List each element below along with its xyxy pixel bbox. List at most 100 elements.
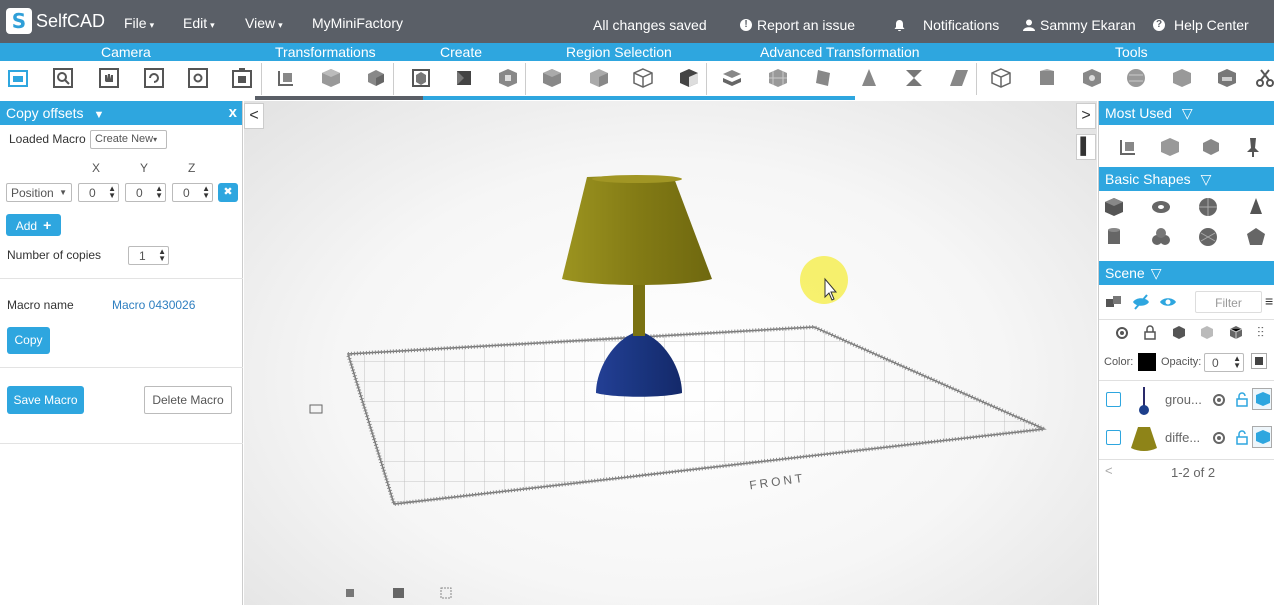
- item-checkbox[interactable]: [1106, 430, 1121, 445]
- scene-menu-icon[interactable]: ≡: [1265, 293, 1273, 309]
- visibility-eye-icon[interactable]: [1212, 393, 1226, 407]
- color-swatch[interactable]: [1138, 353, 1156, 371]
- most-used-pin-button[interactable]: [1242, 136, 1264, 158]
- most-used-header[interactable]: Most Used ▽: [1099, 101, 1274, 125]
- tab-advanced-transformation[interactable]: Advanced Transformation: [760, 44, 920, 60]
- pan-tool-button[interactable]: [98, 67, 120, 89]
- subdivide-tool-button[interactable]: [767, 67, 789, 89]
- extrude-tool-button[interactable]: [541, 67, 563, 89]
- view-mode-box-icon[interactable]: [393, 588, 404, 598]
- offset-y-input[interactable]: 0 ▲ ▼: [125, 183, 166, 202]
- remove-offset-button[interactable]: ✖: [218, 183, 238, 202]
- shell-tool-button[interactable]: [588, 67, 610, 89]
- 3d-viewport[interactable]: < > ▌ FRONT: [244, 101, 1097, 605]
- shape-cylinder-button[interactable]: [1103, 226, 1125, 248]
- shape-geodesic-button[interactable]: [1197, 226, 1219, 248]
- sculpt-tool-button[interactable]: [1216, 67, 1238, 89]
- settings-view-button[interactable]: [187, 67, 209, 89]
- scale-tool-button[interactable]: [365, 67, 387, 89]
- close-panel-button[interactable]: x: [229, 104, 237, 121]
- both-column-icon[interactable]: [1229, 325, 1243, 340]
- menu-edit[interactable]: Edit ▾: [183, 15, 215, 31]
- opacity-input[interactable]: 0 ▲ ▼: [1204, 353, 1244, 372]
- scene-filter-input[interactable]: Filter: [1195, 291, 1262, 313]
- report-issue-link[interactable]: ! Report an issue: [740, 17, 855, 33]
- tab-camera[interactable]: Camera: [101, 44, 151, 60]
- unlock-icon[interactable]: [1236, 430, 1248, 445]
- bend-tool-button[interactable]: [903, 67, 925, 89]
- tab-tools[interactable]: Tools: [1115, 44, 1148, 60]
- tab-transformations[interactable]: Transformations: [275, 44, 376, 60]
- offset-z-input[interactable]: 0 ▲ ▼: [172, 183, 213, 202]
- notifications-link[interactable]: Notifications: [893, 17, 999, 33]
- view-mode-wire-icon[interactable]: [440, 587, 452, 599]
- offset-x-input[interactable]: 0 ▲ ▼: [78, 183, 119, 202]
- add-offset-button[interactable]: Add +: [6, 214, 61, 236]
- taper-tool-button[interactable]: [858, 67, 880, 89]
- help-center-link[interactable]: ? Help Center: [1153, 17, 1249, 33]
- move-tool-button[interactable]: [275, 67, 297, 89]
- shape-knot-button[interactable]: [1150, 226, 1172, 248]
- box-tool-button[interactable]: [990, 67, 1012, 89]
- basic-shapes-header[interactable]: Basic Shapes ▽: [1099, 167, 1274, 191]
- loaded-macro-select[interactable]: Create New▾: [90, 130, 167, 149]
- menu-view[interactable]: View ▾: [245, 15, 283, 31]
- menu-file[interactable]: File ▾: [124, 15, 154, 31]
- shape-sphere-button[interactable]: [1197, 196, 1219, 218]
- resize-tool-button[interactable]: [410, 67, 432, 89]
- stack-tool-button[interactable]: [721, 67, 743, 89]
- unlock-icon[interactable]: [1236, 392, 1248, 407]
- sphere-tool-button[interactable]: [1125, 67, 1147, 89]
- hollow-tool-button[interactable]: [678, 67, 700, 89]
- prev-page-button[interactable]: <: [1105, 463, 1113, 478]
- offset-type-select[interactable]: Position ▼: [6, 183, 72, 202]
- simplify-tool-button[interactable]: [1171, 67, 1193, 89]
- rotate-object-button[interactable]: [320, 67, 342, 89]
- visibility-column-icon[interactable]: [1115, 326, 1129, 340]
- wire-column-icon[interactable]: [1200, 325, 1214, 340]
- hide-all-icon[interactable]: [1132, 294, 1150, 310]
- opacity-apply-button[interactable]: [1251, 353, 1267, 369]
- macro-name-value[interactable]: Macro 0430026: [112, 298, 195, 312]
- group-objects-icon[interactable]: [1105, 294, 1123, 310]
- user-menu[interactable]: Sammy Ekaran: [1023, 17, 1136, 33]
- solid-column-icon[interactable]: [1172, 325, 1186, 340]
- show-all-icon[interactable]: [1159, 295, 1177, 309]
- number-of-copies-input[interactable]: 1 ▲ ▼: [128, 246, 169, 265]
- sliders-icon[interactable]: ⫶⫶: [1257, 324, 1264, 341]
- scene-list-item[interactable]: diffe...: [1099, 421, 1274, 457]
- scene-header[interactable]: Scene ▽: [1099, 261, 1274, 285]
- solid-box-button[interactable]: [1036, 67, 1058, 89]
- tab-create[interactable]: Create: [440, 44, 482, 60]
- most-used-scale-button[interactable]: [1200, 136, 1222, 158]
- wireframe-tool-button[interactable]: [632, 67, 654, 89]
- shape-polyhedron-button[interactable]: [1245, 226, 1267, 248]
- dropdown-triangle-icon[interactable]: ▼: [93, 109, 104, 121]
- lock-column-icon[interactable]: [1143, 325, 1157, 340]
- rotate-tool-button[interactable]: [143, 67, 165, 89]
- tab-region-selection[interactable]: Region Selection: [566, 44, 672, 60]
- texture-tool-button[interactable]: [1081, 67, 1103, 89]
- most-used-move-button[interactable]: [1117, 136, 1139, 158]
- render-mode-button[interactable]: [1252, 426, 1272, 448]
- zoom-tool-button[interactable]: [52, 67, 74, 89]
- scene-list-item[interactable]: grou...: [1099, 383, 1274, 419]
- mirror-tool-button[interactable]: [453, 67, 475, 89]
- shape-cone-button[interactable]: [1245, 196, 1267, 218]
- menu-myminifactory[interactable]: MyMiniFactory: [312, 15, 403, 31]
- visibility-eye-icon[interactable]: [1212, 431, 1226, 445]
- delete-macro-button[interactable]: Delete Macro: [144, 386, 232, 414]
- item-checkbox[interactable]: [1106, 392, 1121, 407]
- render-mode-button[interactable]: [1252, 388, 1272, 410]
- scissors-tool-button[interactable]: [1254, 67, 1274, 89]
- selfcad-logo[interactable]: S SelfCAD: [6, 8, 105, 34]
- fit-view-button[interactable]: [231, 67, 253, 89]
- twist-tool-button[interactable]: [812, 67, 834, 89]
- most-used-rotate-button[interactable]: [1159, 136, 1181, 158]
- shape-torus-button[interactable]: [1150, 196, 1172, 218]
- save-macro-button[interactable]: Save Macro: [7, 386, 84, 414]
- view-mode-solid-icon[interactable]: [346, 589, 354, 597]
- skew-tool-button[interactable]: [948, 67, 970, 89]
- camera-reset-button[interactable]: [7, 67, 29, 89]
- copy-button[interactable]: Copy: [7, 327, 50, 354]
